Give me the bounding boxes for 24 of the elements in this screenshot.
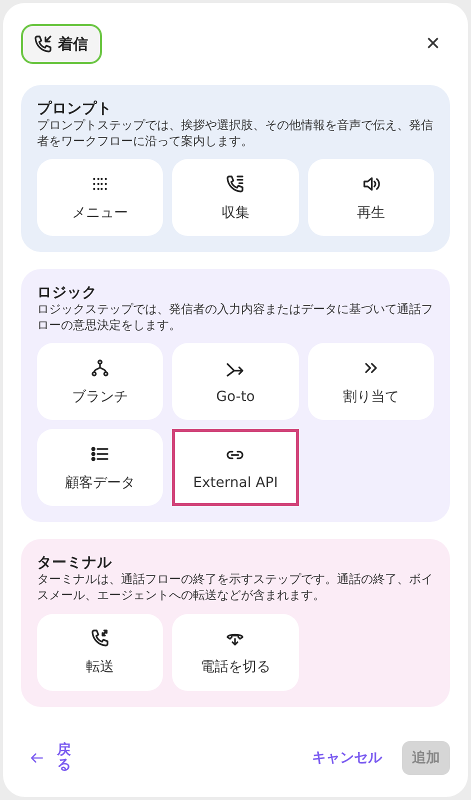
step-tile[interactable]: メニュー [37, 159, 164, 236]
section-title: ターミナル [37, 554, 113, 572]
phone-list-icon [225, 174, 246, 194]
section-title: プロンプト [37, 100, 113, 118]
step-tile[interactable]: 転送 [37, 614, 164, 691]
step-tile[interactable]: ブランチ [37, 343, 164, 420]
step-tile[interactable]: Go-to [172, 343, 299, 420]
incoming-call-chip[interactable]: 着信 [21, 24, 102, 64]
step-tile[interactable]: 割り当て [308, 343, 434, 420]
section-title: ロジック [37, 284, 98, 302]
step-tile[interactable]: 収集 [172, 159, 299, 236]
branch-icon [90, 358, 110, 378]
step-tile[interactable]: External API [172, 429, 299, 506]
step-tile[interactable]: 再生 [308, 159, 434, 236]
section-description: プロンプトステップでは、挨拶や選択肢、その他情報を音声で伝え、発信者をワークフローに沿って案内します。 [37, 118, 434, 150]
cancel-button[interactable]: キャンセル [306, 748, 388, 768]
step-tile[interactable]: 電話を切る [172, 614, 299, 691]
back-button[interactable]: 戻る [29, 742, 71, 774]
step-tile[interactable]: 顧客データ [37, 429, 164, 506]
section-description: ロジックステップでは、発信者の入力内容またはデータに基づいて通話フローの意思決定をします。 [37, 302, 434, 334]
close-button[interactable]: × [420, 30, 446, 58]
section-description: ターミナルは、通話フローの終了を示すステップです。通話の終了、ボイスメール、エージェントへの転送などが含まれます。 [37, 572, 434, 604]
incoming-call-icon [33, 34, 53, 54]
phone-transfer-icon [90, 628, 110, 648]
